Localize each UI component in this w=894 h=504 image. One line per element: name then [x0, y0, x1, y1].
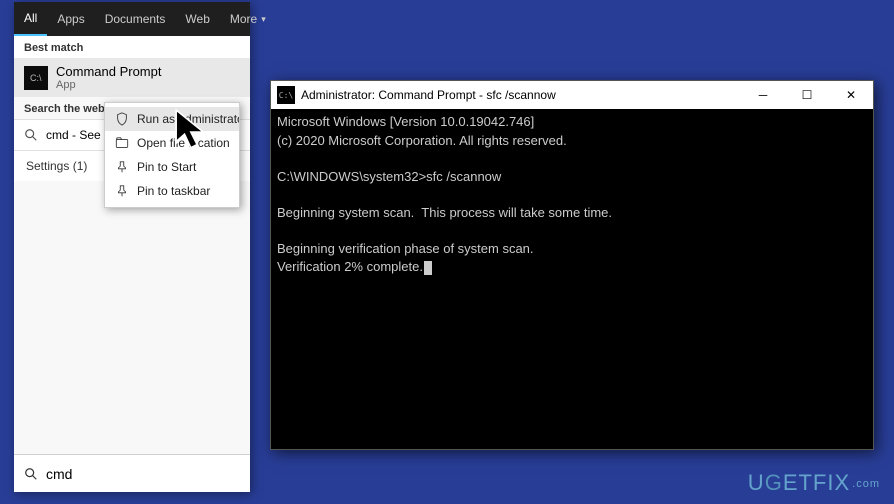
minimize-button[interactable]: ─: [741, 81, 785, 109]
pin-icon: [115, 160, 129, 174]
ctx-open-file-location[interactable]: Open file location: [105, 131, 239, 155]
tab-apps[interactable]: Apps: [47, 2, 94, 36]
result-text: Command Prompt App: [56, 64, 161, 91]
tab-web[interactable]: Web: [175, 2, 219, 36]
command-prompt-icon: C:\: [24, 66, 48, 90]
ctx-label: Pin to Start: [137, 160, 196, 174]
best-match-result[interactable]: C:\ Command Prompt App: [14, 58, 250, 97]
result-subtitle: App: [56, 79, 161, 91]
panel-empty-area: [14, 181, 250, 454]
window-title: Administrator: Command Prompt - sfc /sca…: [301, 88, 741, 102]
best-match-label: Best match: [14, 36, 250, 58]
search-filter-tabs: All Apps Documents Web More▾: [14, 2, 250, 36]
ctx-pin-to-start[interactable]: Pin to Start: [105, 155, 239, 179]
titlebar[interactable]: C:\ Administrator: Command Prompt - sfc …: [271, 81, 873, 109]
command-prompt-window: C:\ Administrator: Command Prompt - sfc …: [270, 80, 874, 450]
search-icon: [24, 467, 38, 481]
tab-more[interactable]: More▾: [220, 2, 276, 36]
search-box[interactable]: [14, 454, 250, 492]
result-title: Command Prompt: [56, 64, 161, 79]
folder-icon: [115, 136, 129, 150]
tab-documents[interactable]: Documents: [95, 2, 176, 36]
terminal-output[interactable]: Microsoft Windows [Version 10.0.19042.74…: [271, 109, 873, 281]
search-icon: [24, 128, 38, 142]
maximize-button[interactable]: ☐: [785, 81, 829, 109]
ctx-run-as-administrator[interactable]: Run as administrator: [105, 107, 239, 131]
start-search-panel: All Apps Documents Web More▾ Best match …: [14, 2, 250, 492]
pin-icon: [115, 184, 129, 198]
watermark-logo: UGETFIX.com: [748, 470, 880, 496]
close-button[interactable]: ✕: [829, 81, 873, 109]
svg-text:C:\: C:\: [30, 73, 42, 83]
shield-admin-icon: [115, 112, 129, 126]
tab-all[interactable]: All: [14, 2, 47, 36]
text-cursor: [424, 261, 432, 275]
chevron-down-icon: ▾: [261, 14, 266, 25]
ctx-label: Pin to taskbar: [137, 184, 210, 198]
context-menu: Run as administrator Open file location …: [104, 102, 240, 208]
search-input[interactable]: [46, 466, 240, 482]
window-buttons: ─ ☐ ✕: [741, 81, 873, 109]
command-prompt-icon: C:\: [277, 86, 295, 104]
ctx-pin-to-taskbar[interactable]: Pin to taskbar: [105, 179, 239, 203]
mouse-cursor-icon: [174, 108, 216, 159]
